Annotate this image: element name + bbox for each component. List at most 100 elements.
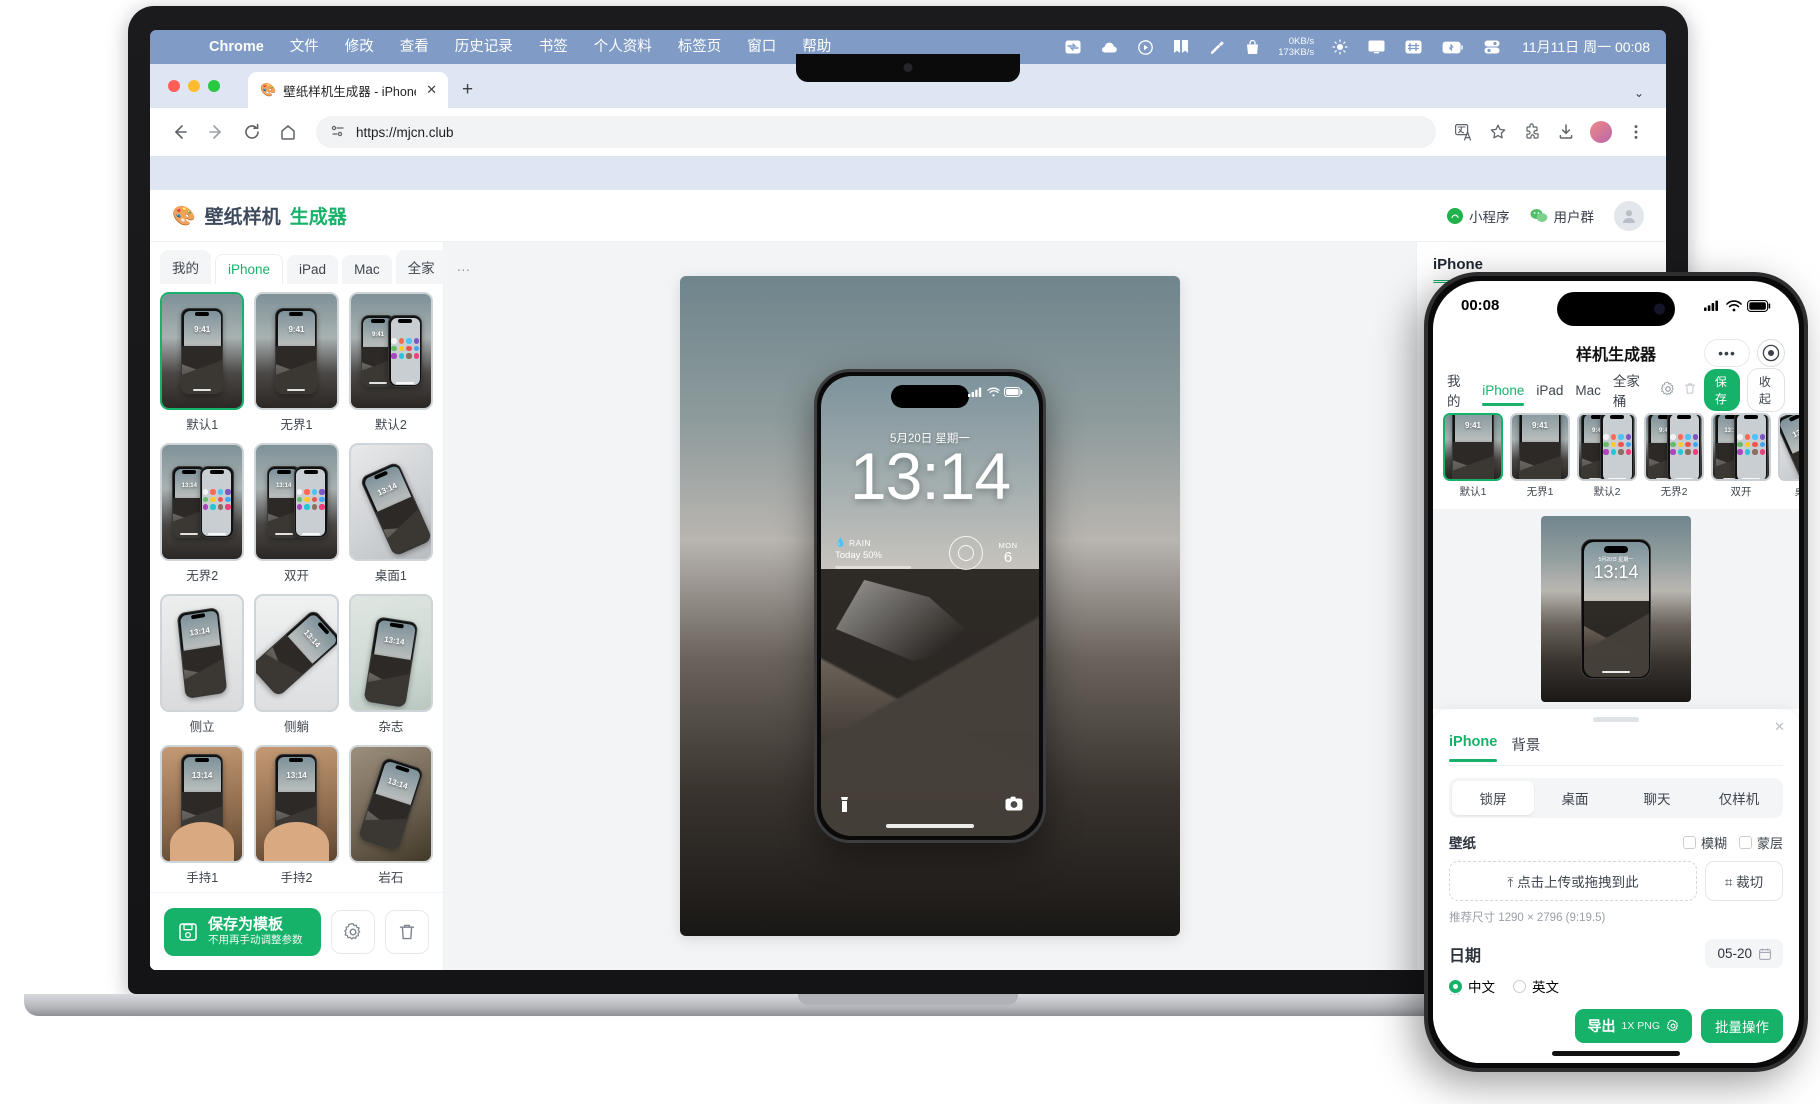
- iphone-template-item[interactable]: 13:14双开: [1711, 413, 1771, 503]
- iphone-template-thumbnail[interactable]: 13:14: [1778, 413, 1799, 481]
- bag-icon[interactable]: [1235, 40, 1270, 55]
- back-arrow-icon[interactable]: [164, 116, 196, 148]
- header-link-miniprogram[interactable]: 小程序: [1447, 206, 1510, 226]
- iphone-tab-mine[interactable]: 我的: [1447, 370, 1470, 410]
- template-item[interactable]: 13:14手持1: [160, 745, 244, 886]
- preview-canvas[interactable]: 5月20日 星期一 13:14 💧RAIN Today 50%: [680, 276, 1180, 936]
- iphone-collapse-button[interactable]: 收起: [1747, 368, 1785, 412]
- tab-overflow-icon[interactable]: ···: [451, 255, 477, 284]
- template-thumbnail[interactable]: 13:14: [349, 443, 433, 561]
- bookmarks-icon[interactable]: [1163, 40, 1199, 54]
- template-item[interactable]: 13:14无界2: [160, 443, 244, 584]
- iphone-save-button[interactable]: 保存: [1704, 369, 1740, 411]
- menu-chrome[interactable]: Chrome: [196, 30, 277, 64]
- extensions-icon[interactable]: [1516, 116, 1548, 148]
- gear-icon[interactable]: [1660, 381, 1676, 400]
- tab-search-chevron-down-icon[interactable]: ⌄: [1634, 86, 1644, 100]
- menu-file[interactable]: 文件: [277, 30, 332, 64]
- menu-bookmarks[interactable]: 书签: [526, 30, 581, 64]
- sheet-segment-lockscreen[interactable]: 锁屏: [1452, 781, 1534, 815]
- template-item[interactable]: 13:14双开: [254, 443, 338, 584]
- tab-iphone[interactable]: iPhone: [215, 254, 283, 284]
- display-icon[interactable]: [1358, 40, 1395, 54]
- sheet-segment-chat[interactable]: 聊天: [1616, 781, 1698, 815]
- template-thumbnail[interactable]: 13:14: [254, 594, 338, 712]
- tab-family[interactable]: 全家: [396, 250, 447, 284]
- play-circle-icon[interactable]: [1128, 40, 1163, 55]
- menu-view[interactable]: 查看: [387, 30, 442, 64]
- template-thumbnail[interactable]: 13:14: [254, 745, 338, 863]
- menu-edit[interactable]: 修改: [332, 30, 387, 64]
- template-thumbnail[interactable]: 9:41: [349, 292, 433, 410]
- iphone-template-thumbnail[interactable]: 9:41: [1443, 413, 1503, 481]
- menu-profile[interactable]: 个人资料: [581, 30, 665, 64]
- template-item[interactable]: 13:14手持2: [254, 745, 338, 886]
- sheet-segment-homescreen[interactable]: 桌面: [1534, 781, 1616, 815]
- iphone-template-thumbnail[interactable]: 9:41: [1644, 413, 1704, 481]
- iphone-template-strip[interactable]: 9:41默认19:41无界19:41默认29:41无界213:14双开13:14…: [1433, 413, 1799, 503]
- iphone-template-item[interactable]: 9:41无界1: [1510, 413, 1570, 503]
- iphone-batch-button[interactable]: 批量操作: [1701, 1009, 1783, 1043]
- template-item[interactable]: 9:41默认1: [160, 292, 244, 433]
- iphone-template-item[interactable]: 9:41无界2: [1644, 413, 1704, 503]
- template-thumbnail[interactable]: 9:41: [160, 292, 244, 410]
- template-item[interactable]: 9:41默认2: [349, 292, 433, 433]
- input-method-icon[interactable]: [1395, 40, 1432, 54]
- site-settings-icon[interactable]: [330, 123, 346, 142]
- minimize-window-button[interactable]: [188, 80, 200, 92]
- template-thumbnail[interactable]: 9:41: [254, 292, 338, 410]
- template-grid-scroll[interactable]: 9:41默认19:41无界19:41默认213:14无界213:14双开13:1…: [150, 284, 443, 970]
- template-item[interactable]: 13:14杂志: [349, 594, 433, 735]
- iphone-tab-family[interactable]: 全家桶: [1613, 370, 1648, 410]
- trash-icon[interactable]: [1683, 381, 1697, 399]
- downloads-icon[interactable]: [1550, 116, 1582, 148]
- sheet-segment-mockuponly[interactable]: 仅样机: [1698, 781, 1780, 815]
- iphone-template-item[interactable]: 9:41默认2: [1577, 413, 1637, 503]
- sheet-tab-iphone[interactable]: iPhone: [1449, 734, 1497, 755]
- brightness-icon[interactable]: [1322, 39, 1358, 55]
- chrome-menu-icon[interactable]: [1620, 116, 1652, 148]
- iphone-template-thumbnail[interactable]: 9:41: [1577, 413, 1637, 481]
- menubar-clock[interactable]: 11月11日 周一 00:08: [1510, 37, 1650, 57]
- template-thumbnail[interactable]: 13:14: [254, 443, 338, 561]
- template-item[interactable]: 9:41无界1: [254, 292, 338, 433]
- checkbox-blur-icon[interactable]: [1683, 836, 1696, 849]
- template-thumbnail[interactable]: 13:14: [349, 594, 433, 712]
- sheet-crop-button[interactable]: ⌗ 裁切: [1705, 861, 1783, 901]
- iphone-template-thumbnail[interactable]: 9:41: [1510, 413, 1570, 481]
- template-item[interactable]: 13:14侧立: [160, 594, 244, 735]
- checkbox-mask-icon[interactable]: [1739, 836, 1752, 849]
- menu-history[interactable]: 历史记录: [442, 30, 526, 64]
- sheet-upload-button[interactable]: ⤒ 点击上传或拖拽到此: [1449, 861, 1697, 901]
- template-item[interactable]: 13:14岩石: [349, 745, 433, 886]
- iphone-tab-iphone[interactable]: iPhone: [1482, 383, 1524, 398]
- sheet-blur-checkbox[interactable]: 模糊: [1683, 833, 1727, 852]
- iphone-tab-ipad[interactable]: iPad: [1536, 383, 1563, 398]
- close-window-button[interactable]: [168, 80, 180, 92]
- sheet-date-input[interactable]: 05-20: [1705, 939, 1783, 968]
- chrome-profile-avatar[interactable]: [1590, 121, 1612, 143]
- network-speed-indicator[interactable]: 0KB/s 173KB/s: [1270, 36, 1322, 58]
- template-thumbnail[interactable]: 13:14: [160, 443, 244, 561]
- user-avatar[interactable]: [1614, 201, 1644, 231]
- header-link-usergroup[interactable]: 用户群: [1530, 206, 1595, 226]
- bookmark-star-icon[interactable]: [1482, 116, 1514, 148]
- tab-ipad[interactable]: iPad: [287, 255, 338, 284]
- sheet-mask-checkbox[interactable]: 蒙层: [1739, 833, 1783, 852]
- reload-icon[interactable]: [236, 116, 268, 148]
- iphone-export-button[interactable]: 导出 1X PNG: [1575, 1009, 1692, 1043]
- translate-icon[interactable]: [1448, 116, 1480, 148]
- template-thumbnail[interactable]: 13:14: [160, 594, 244, 712]
- save-as-template-button[interactable]: 保存为模板 不用再手动调整参数: [164, 908, 321, 956]
- template-item[interactable]: 13:14桌面1: [349, 443, 433, 584]
- iphone-tab-mac[interactable]: Mac: [1575, 383, 1601, 398]
- more-dots-icon[interactable]: •••: [1704, 339, 1750, 367]
- new-tab-button[interactable]: +: [462, 80, 473, 99]
- iphone-preview-card[interactable]: 5月20日 星期一 13:14: [1541, 516, 1691, 702]
- iphone-template-item[interactable]: 13:14桌面1: [1778, 413, 1799, 503]
- tab-mine[interactable]: 我的: [160, 250, 211, 284]
- iphone-template-thumbnail[interactable]: 13:14: [1711, 413, 1771, 481]
- close-tab-icon[interactable]: ✕: [423, 82, 440, 98]
- trash-icon[interactable]: [385, 910, 429, 954]
- pin-icon[interactable]: ✕: [1774, 719, 1785, 735]
